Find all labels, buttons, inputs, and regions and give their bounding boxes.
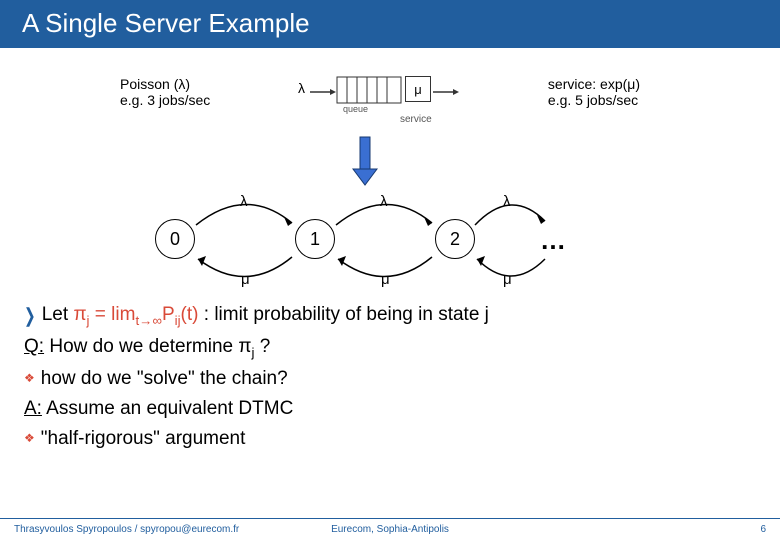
footer-left: Thrasyvoulos Spyropoulos / spyropou@eure… [14,524,239,535]
footer-center: Eurecom, Sophia-Antipolis [331,524,449,535]
state-1: 1 [295,219,335,259]
ellipsis: … [540,225,566,256]
state-2: 2 [435,219,475,259]
math-expression: πj = limt→∞Pij(t) [73,304,198,325]
lambda-symbol: λ [298,80,305,96]
mu-label: μ [241,271,250,288]
diamond-bullet-icon: ❖ [24,371,35,385]
lambda-label: λ [240,193,248,210]
queue-tag: queue [343,104,368,114]
service-tag: service [400,114,432,125]
question-line: Q: How do we determine πj ? [24,336,756,360]
server-box: μ [405,76,431,102]
question-bullet: ❖how do we "solve" the chain? [24,368,756,390]
body-content: Let πj = limt→∞Pij(t) : limit probabilit… [24,300,756,458]
let-line: Let πj = limt→∞Pij(t) : limit probabilit… [24,304,756,328]
arrow-down-icon [350,135,380,187]
footer: Thrasyvoulos Spyropoulos / spyropou@eure… [0,518,780,540]
mu-label: μ [381,271,390,288]
footer-page-number: 6 [760,524,766,535]
lambda-label: λ [380,193,388,210]
markov-chain: λ λ λ 0 1 2 … μ μ μ [145,195,605,285]
arrival-label: Poisson (λ) e.g. 3 jobs/sec [120,76,210,108]
answer-bullet: ❖"half-rigorous" argument [24,428,756,450]
title-bar: A Single Server Example [0,0,780,48]
arrow-right-icon [310,88,336,96]
answer-line: A: Assume an equivalent DTMC [24,398,756,420]
mu-label: μ [503,271,512,288]
chevron-icon [24,304,42,325]
page-title: A Single Server Example [22,8,310,39]
queue-diagram: Poisson (λ) e.g. 3 jobs/sec service: exp… [120,70,640,150]
arrow-right-icon [433,88,459,96]
state-0: 0 [155,219,195,259]
service-label: service: exp(μ) e.g. 5 jobs/sec [548,76,640,108]
lambda-label: λ [503,193,511,210]
buffer-icon [336,76,402,104]
diamond-bullet-icon: ❖ [24,431,35,445]
